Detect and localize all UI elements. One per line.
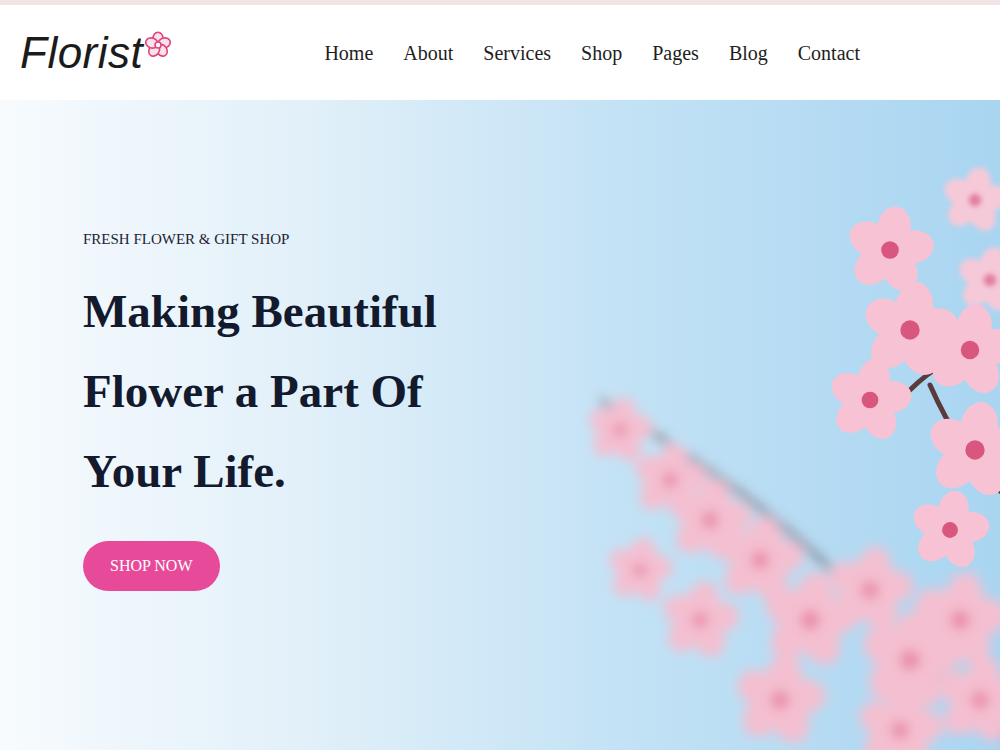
site-header: Florist Home About Services Shop Pages Blog Con… — [0, 5, 1000, 100]
hero-banner: FRESH FLOWER & GIFT SHOP Making Beautiful… — [0, 100, 1000, 750]
hero-title: Making Beautiful Flower a Part Of Your L… — [83, 271, 483, 511]
shop-now-button[interactable]: SHOP NOW — [83, 541, 220, 591]
menu-item: Services — [483, 38, 551, 68]
menu-link[interactable]: About — [403, 42, 453, 64]
menu-link[interactable]: Pages — [652, 42, 699, 64]
logo-text: Florist — [20, 31, 143, 75]
menu-item: Home — [324, 38, 373, 68]
hero-eyebrow: FRESH FLOWER & GIFT SHOP — [83, 228, 1000, 251]
blossom-photo — [580, 100, 1000, 750]
menu-link[interactable]: Services — [483, 42, 551, 64]
menu-link[interactable]: Contact — [798, 42, 860, 64]
menu-item: Pages — [652, 38, 699, 68]
main-menu: Home About Services Shop Pages Blog Contact — [324, 38, 980, 68]
flower-icon — [144, 31, 172, 59]
menu-item: Contact — [798, 38, 860, 68]
hero-content: FRESH FLOWER & GIFT SHOP Making Beautiful… — [83, 228, 1000, 591]
brand-logo[interactable]: Florist — [20, 31, 172, 75]
menu-item: Blog — [729, 38, 768, 68]
menu-link[interactable]: Shop — [581, 42, 622, 64]
menu-item: About — [403, 38, 453, 68]
menu-item: Shop — [581, 38, 622, 68]
menu-link[interactable]: Blog — [729, 42, 768, 64]
menu-link[interactable]: Home — [324, 42, 373, 64]
